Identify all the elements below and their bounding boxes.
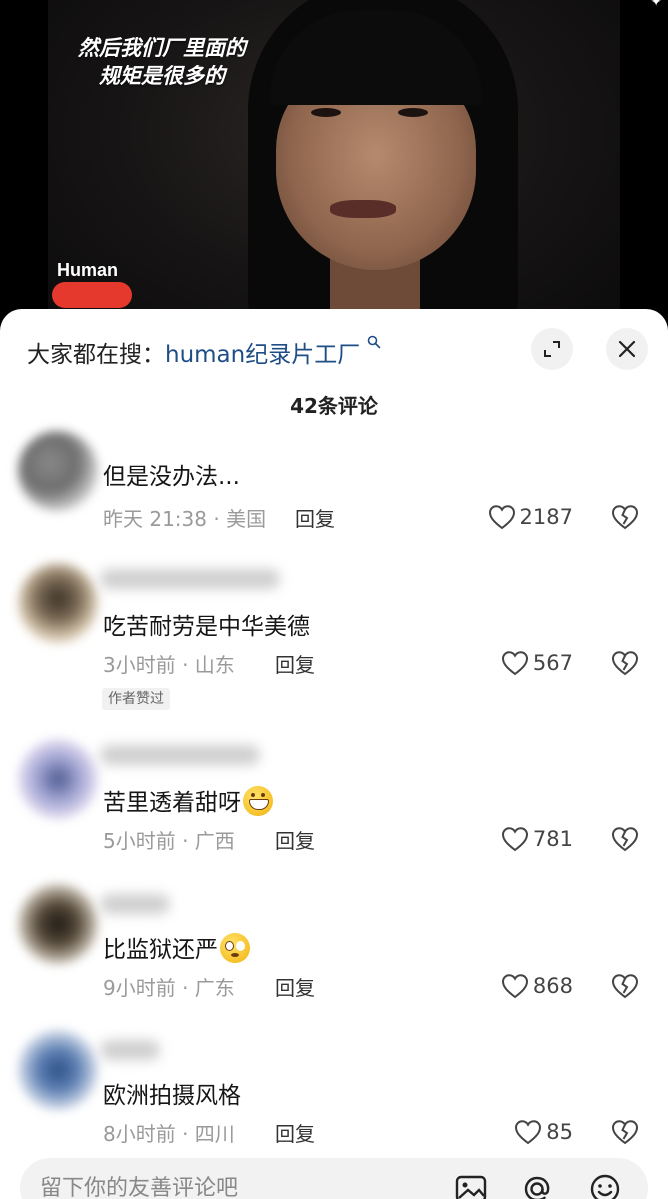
reply-button[interactable]: 回复 (275, 649, 315, 678)
like-button[interactable]: 85 (514, 1118, 573, 1146)
comment-item: 吃苦耐劳是中华美德 3小时前 · 山东 回复 567 作者赞过 (0, 547, 668, 727)
video-subtitle-line: 然后我们厂里面的 (78, 36, 246, 60)
heart-icon (501, 827, 528, 852)
like-button[interactable]: 781 (501, 825, 573, 853)
comment-text: 欧洲拍摄风格 (103, 1083, 241, 1109)
dislike-icon[interactable] (611, 1118, 639, 1146)
comment-text: 比监狱还严 (103, 930, 250, 964)
reply-button[interactable]: 回复 (275, 825, 315, 854)
comment-text: 但是没办法... (103, 464, 240, 490)
comment-meta: 5小时前 · 广西 (103, 829, 235, 853)
heart-icon (501, 651, 528, 676)
comment-meta: 3小时前 · 山东 (103, 653, 235, 677)
grinning-face-icon (243, 786, 273, 816)
comment-text: 苦里透着甜呀 (103, 783, 273, 817)
heart-icon (488, 505, 515, 530)
close-button[interactable] (606, 328, 648, 370)
video-brand-label: Human (57, 260, 119, 280)
video-subject-mouth (330, 200, 396, 218)
author-liked-badge: 作者赞过 (102, 688, 170, 710)
heart-icon (501, 974, 528, 999)
avatar[interactable] (18, 431, 98, 511)
expand-icon (544, 341, 560, 357)
like-count: 567 (532, 651, 573, 675)
reply-button[interactable]: 回复 (295, 503, 335, 532)
reply-button[interactable]: 回复 (275, 972, 315, 1001)
like-count: 868 (532, 974, 573, 998)
redaction-mark (52, 282, 132, 308)
comment-sheet: 大家都在搜：human纪录片工厂 42条评论 但是没办法... 昨天 21:38… (0, 309, 668, 1199)
search-suggestion-prefix: 大家都在搜： (27, 342, 165, 368)
comment-input-bar (20, 1158, 648, 1199)
avatar[interactable] (18, 884, 98, 964)
dislike-icon[interactable] (611, 825, 639, 853)
emoji-icon[interactable] (588, 1172, 622, 1199)
corner-mark-icon: ✦ (650, 0, 662, 10)
mention-icon[interactable] (520, 1172, 554, 1199)
comment-item: 比监狱还严 9小时前 · 广东 回复 868 (0, 874, 668, 1014)
username-redacted (100, 894, 170, 914)
comment-item: 欧洲拍摄风格 8小时前 · 四川 回复 85 (0, 1020, 668, 1160)
comment-meta: 昨天 21:38 · 美国 (103, 507, 267, 531)
like-button[interactable]: 868 (501, 972, 573, 1000)
comment-input[interactable] (40, 1176, 440, 1199)
username-redacted (100, 569, 280, 589)
comment-text-content: 比监狱还严 (103, 937, 218, 963)
dislike-icon[interactable] (611, 649, 639, 677)
app-screen: 然后我们厂里面的 规矩是很多的 Human ✦ 大家都在搜：human纪录片工厂 (0, 0, 668, 1199)
like-count: 2187 (519, 505, 573, 529)
like-button[interactable]: 2187 (488, 503, 573, 531)
like-button[interactable]: 567 (501, 649, 573, 677)
sheet-header: 大家都在搜：human纪录片工厂 (0, 309, 668, 389)
video-subtitle: 然后我们厂里面的 规矩是很多的 (62, 34, 262, 90)
reply-button[interactable]: 回复 (275, 1118, 315, 1147)
username-redacted (100, 1040, 160, 1060)
comment-text-content: 苦里透着甜呀 (103, 790, 241, 816)
comment-meta: 8小时前 · 四川 (103, 1122, 235, 1146)
search-suggestion-link[interactable]: human纪录片工厂 (165, 342, 360, 368)
close-icon (618, 340, 636, 358)
video-player[interactable]: 然后我们厂里面的 规矩是很多的 Human ✦ (0, 0, 668, 330)
heart-icon (515, 1120, 542, 1145)
comment-item: 苦里透着甜呀 5小时前 · 广西 回复 781 (0, 727, 668, 867)
dislike-icon[interactable] (611, 503, 639, 531)
username-redacted (100, 745, 260, 765)
video-subject-eye (398, 108, 428, 117)
search-suggestion[interactable]: 大家都在搜：human纪录片工厂 (27, 335, 381, 369)
comment-meta: 9小时前 · 广东 (103, 976, 235, 1000)
image-icon[interactable] (454, 1172, 488, 1199)
search-icon (362, 335, 380, 353)
like-count: 85 (546, 1120, 573, 1144)
avatar[interactable] (18, 563, 98, 643)
like-count: 781 (532, 827, 573, 851)
avatar[interactable] (18, 1030, 98, 1110)
video-subject-eye (311, 108, 341, 117)
dislike-icon[interactable] (611, 972, 639, 1000)
comment-item: 但是没办法... 昨天 21:38 · 美国 回复 2187 (0, 419, 668, 539)
video-subtitle-line: 规矩是很多的 (99, 64, 225, 88)
comment-count: 42条评论 (290, 394, 378, 418)
flushed-face-icon (220, 933, 250, 963)
comment-text: 吃苦耐劳是中华美德 (103, 614, 310, 640)
avatar[interactable] (18, 739, 98, 819)
expand-button[interactable] (531, 328, 573, 370)
